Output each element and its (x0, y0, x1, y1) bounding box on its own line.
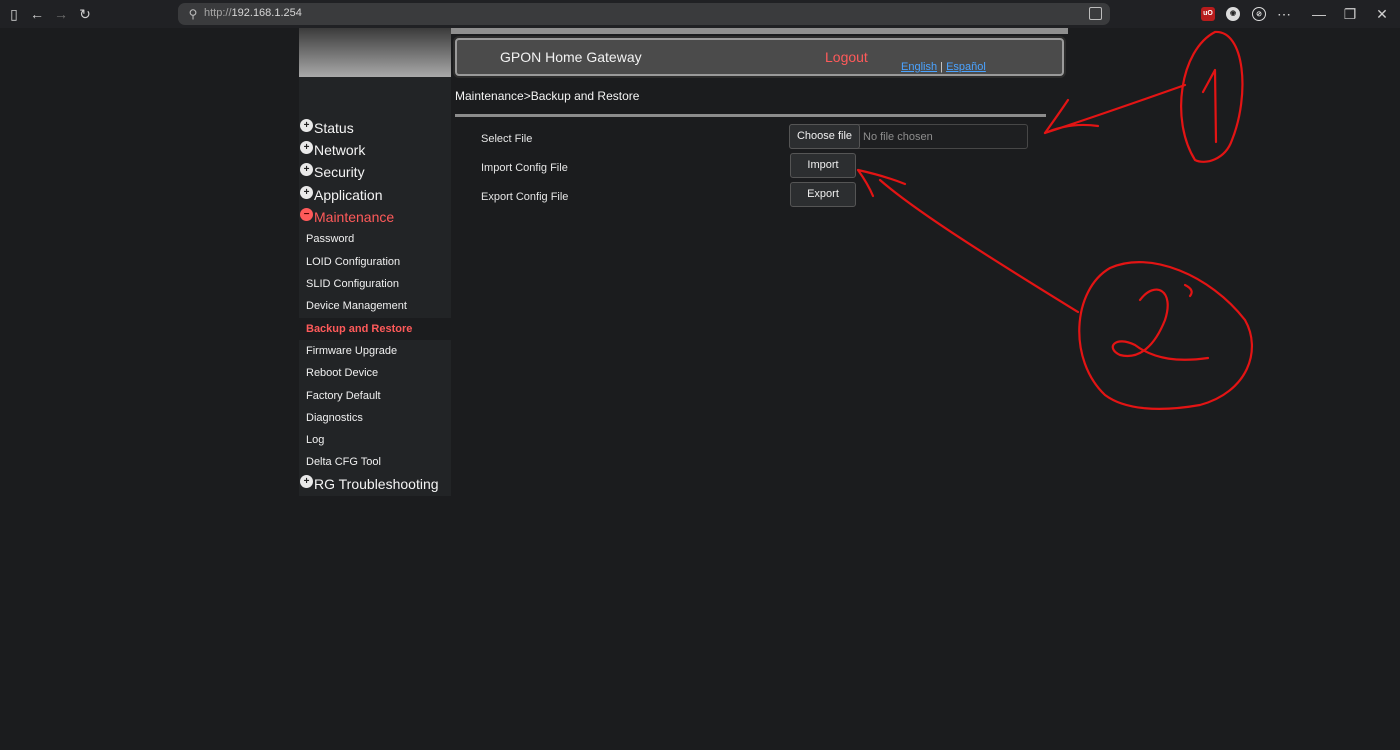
forward-icon[interactable]: → (52, 5, 70, 23)
breadcrumb: Maintenance>Backup and Restore (455, 89, 640, 103)
header-strip (451, 28, 1068, 34)
import-button[interactable]: Import (790, 153, 856, 178)
logout-link[interactable]: Logout (825, 49, 868, 65)
restore-icon[interactable]: ❐ (1341, 5, 1359, 23)
ublock-icon[interactable]: uO (1201, 7, 1215, 21)
header-title: GPON Home Gateway (500, 49, 642, 65)
plus-icon: + (300, 163, 313, 176)
minus-icon: − (300, 208, 313, 221)
sidebar-subitem-loid-configuration[interactable]: LOID Configuration (299, 251, 451, 273)
language-switcher: English | Español (901, 61, 986, 73)
sidebar-subitem-factory-default[interactable]: Factory Default (299, 385, 451, 407)
extension-icon[interactable]: ⊘ (1252, 7, 1266, 21)
numeral-2 (1111, 288, 1210, 361)
sidebar-subitem-reboot-device[interactable]: Reboot Device (299, 362, 451, 384)
circle-2 (1078, 261, 1253, 410)
sidebar-item-network[interactable]: + Network (299, 139, 365, 161)
sidebar-subitem-device-management[interactable]: Device Management (299, 295, 451, 317)
sidebar-subitem-log[interactable]: Log (299, 429, 451, 451)
circle-1 (1180, 30, 1244, 163)
close-icon[interactable]: ✕ (1373, 5, 1391, 23)
annotation-1 (1043, 30, 1244, 163)
site-info-icon[interactable]: ⚲ (185, 6, 201, 22)
export-button[interactable]: Export (790, 182, 856, 207)
extension-icon[interactable]: ◉ (1226, 7, 1240, 21)
sidebar-subitem-diagnostics[interactable]: Diagnostics (299, 407, 451, 429)
sidebar: + Status + Network + Security + Application … (299, 77, 451, 496)
choose-file-button[interactable]: Choose file (789, 124, 860, 149)
sidebar-subitem-password[interactable]: Password (299, 228, 451, 250)
address-bar[interactable]: ⚲ http://192.168.1.254 (178, 3, 1110, 25)
export-config-label: Export Config File (481, 191, 569, 203)
numeral-2-tick (1183, 283, 1193, 298)
sidebar-item-rg-troubleshooting[interactable]: + RG Troubleshooting (299, 473, 439, 495)
numeral-1 (1201, 68, 1218, 144)
sidebar-item-application[interactable]: + Application (299, 184, 383, 206)
minimize-icon[interactable]: — (1310, 5, 1328, 23)
sidebar-subitem-delta-cfg-tool[interactable]: Delta CFG Tool (299, 451, 451, 473)
plus-icon: + (300, 119, 313, 132)
plus-icon: + (300, 141, 313, 154)
more-menu-icon[interactable]: ⋯ (1275, 5, 1293, 23)
no-file-text: No file chosen (863, 131, 933, 143)
tab-actions-icon[interactable] (1089, 7, 1102, 20)
select-file-label: Select File (481, 133, 533, 145)
url-text[interactable]: http://192.168.1.254 (204, 7, 302, 19)
file-input[interactable]: Choose file No file chosen (789, 124, 1028, 149)
import-config-label: Import Config File (481, 162, 568, 174)
lang-english-link[interactable]: English (901, 61, 937, 73)
header-bar: GPON Home Gateway Logout English | Españ… (455, 38, 1064, 76)
router-page: GPON Home Gateway Logout English | Españ… (299, 28, 1069, 498)
sidebar-item-status[interactable]: + Status (299, 117, 354, 139)
plus-icon: + (300, 186, 313, 199)
reload-icon[interactable]: ↻ (76, 5, 94, 23)
sidebar-toggle-icon[interactable]: ▯ (5, 5, 23, 23)
sidebar-item-maintenance[interactable]: − Maintenance (299, 206, 394, 228)
sidebar-item-security[interactable]: + Security (299, 161, 365, 183)
divider (455, 114, 1046, 117)
sidebar-subitem-backup-and-restore[interactable]: Backup and Restore (299, 318, 451, 340)
plus-icon: + (300, 475, 313, 488)
browser-toolbar: ▯ ← → ↻ ⚲ http://192.168.1.254 uO ◉ ⊘ ⋯ … (0, 0, 1400, 28)
back-icon[interactable]: ← (28, 5, 46, 23)
sidebar-subitem-slid-configuration[interactable]: SLID Configuration (299, 273, 451, 295)
lang-spanish-link[interactable]: Español (946, 61, 986, 73)
logo-banner (299, 28, 451, 77)
sidebar-subitem-firmware-upgrade[interactable]: Firmware Upgrade (299, 340, 451, 362)
